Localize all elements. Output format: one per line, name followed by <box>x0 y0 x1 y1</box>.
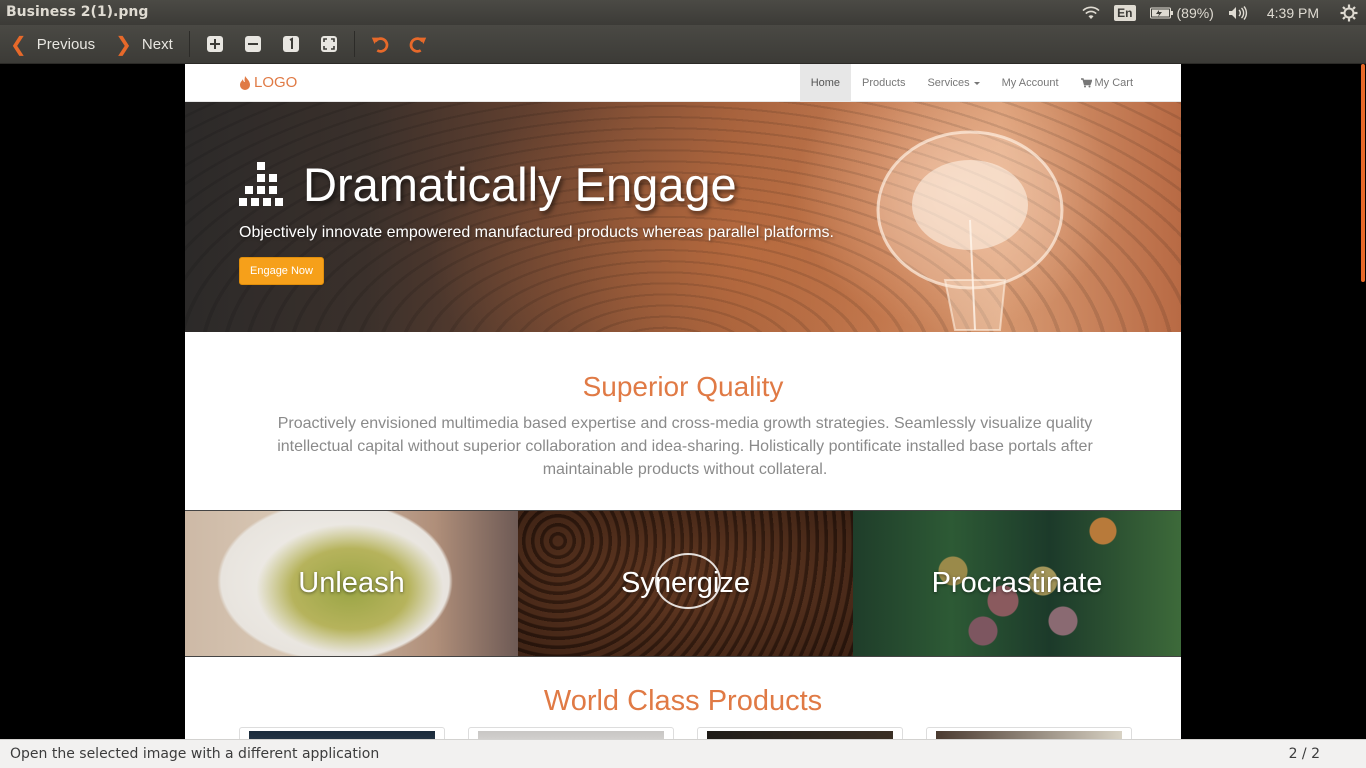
tile-label: Unleash <box>298 567 405 599</box>
tile-label: Procrastinate <box>931 567 1103 599</box>
product-grid <box>239 727 1132 739</box>
tile-procrastinate[interactable]: Procrastinate <box>853 511 1181 656</box>
nav-my-cart-label: My Cart <box>1094 77 1134 89</box>
battery-indicator[interactable]: (89%) <box>1149 4 1214 21</box>
hero-subtitle: Objectively innovate empowered manufactu… <box>239 224 834 241</box>
caret-down-icon <box>973 81 980 85</box>
site-navbar: LOGO Home Products Services My Account M… <box>185 64 1181 102</box>
cart-icon <box>1080 78 1092 88</box>
nav-services-label: Services <box>927 77 970 89</box>
settings-gear-icon[interactable] <box>1340 4 1358 22</box>
panel-indicators: En (89%) 4:39 PM <box>1075 0 1366 25</box>
product-image <box>936 731 1122 739</box>
nav-my-cart[interactable]: My Cart <box>1070 64 1145 102</box>
nav-services[interactable]: Services <box>916 64 990 102</box>
logo-text: LOGO <box>254 74 298 91</box>
hero-title: Dramatically Engage <box>239 157 737 212</box>
next-button[interactable]: ❯ Next <box>105 25 183 64</box>
clock[interactable]: 4:39 PM <box>1267 5 1319 21</box>
hero-banner: Dramatically Engage Objectively innovate… <box>185 102 1181 332</box>
product-image <box>707 731 893 739</box>
volume-icon[interactable] <box>1228 5 1248 20</box>
product-image <box>478 731 664 739</box>
flame-icon <box>240 75 250 90</box>
product-card[interactable] <box>926 727 1132 739</box>
nav-products[interactable]: Products <box>851 64 916 102</box>
hero-title-text: Dramatically Engage <box>303 158 737 211</box>
chevron-left-icon: ❮ <box>10 33 27 56</box>
site-nav-links: Home Products Services My Account My Car… <box>799 64 1145 102</box>
light-bulb-image <box>876 130 1064 331</box>
chevron-right-icon: ❯ <box>115 33 132 56</box>
status-bar: Open the selected image with a different… <box>0 739 1366 768</box>
rotate-left-icon[interactable] <box>370 34 390 54</box>
nav-my-account[interactable]: My Account <box>991 64 1070 102</box>
displayed-image: LOGO Home Products Services My Account M… <box>185 64 1181 739</box>
product-image <box>249 731 435 739</box>
top-panel: Business 2(1).png En (89%) 4:39 PM <box>0 0 1366 25</box>
circle-outline <box>655 553 721 609</box>
previous-label: Previous <box>36 35 96 53</box>
previous-button[interactable]: ❮ Previous <box>0 25 105 64</box>
product-card[interactable] <box>239 727 445 739</box>
product-card[interactable] <box>697 727 903 739</box>
toolbar-separator <box>188 31 190 57</box>
viewer-toolbar: ❮ Previous ❯ Next <box>0 25 1366 64</box>
superior-quality-heading: Superior Quality <box>582 371 784 402</box>
normal-size-icon[interactable] <box>281 34 301 54</box>
window-title: Business 2(1).png <box>6 4 149 20</box>
equalizer-icon <box>239 161 283 206</box>
superior-quality-text: Proactively envisioned multimedia based … <box>277 415 1093 478</box>
best-fit-icon[interactable] <box>319 34 339 54</box>
next-label: Next <box>141 35 173 53</box>
wifi-icon[interactable] <box>1082 6 1100 20</box>
site-logo[interactable]: LOGO <box>239 74 297 91</box>
status-message: Open the selected image with a different… <box>10 746 380 762</box>
world-class-products-heading: World Class Products <box>543 685 823 717</box>
rotate-right-icon[interactable] <box>408 34 428 54</box>
tile-unleash[interactable]: Unleash <box>185 511 518 656</box>
image-counter: 2 / 2 <box>1288 746 1320 762</box>
image-viewer[interactable]: LOGO Home Products Services My Account M… <box>0 64 1366 739</box>
scrollbar[interactable] <box>1361 64 1365 282</box>
engage-now-button[interactable]: Engage Now <box>239 257 324 285</box>
toolbar-separator <box>353 31 355 57</box>
keyboard-layout-indicator[interactable]: En <box>1114 4 1136 21</box>
tile-synergize[interactable]: Synergize <box>518 511 853 656</box>
keyboard-layout-label: En <box>1114 4 1136 21</box>
battery-percent: (89%) <box>1176 4 1214 21</box>
battery-icon <box>1149 7 1173 18</box>
nav-home[interactable]: Home <box>799 64 852 102</box>
zoom-in-icon[interactable] <box>205 34 225 54</box>
product-card[interactable] <box>468 727 674 739</box>
zoom-out-icon[interactable] <box>243 34 263 54</box>
feature-tiles: Unleash Synergize Procrastinate <box>185 510 1181 657</box>
